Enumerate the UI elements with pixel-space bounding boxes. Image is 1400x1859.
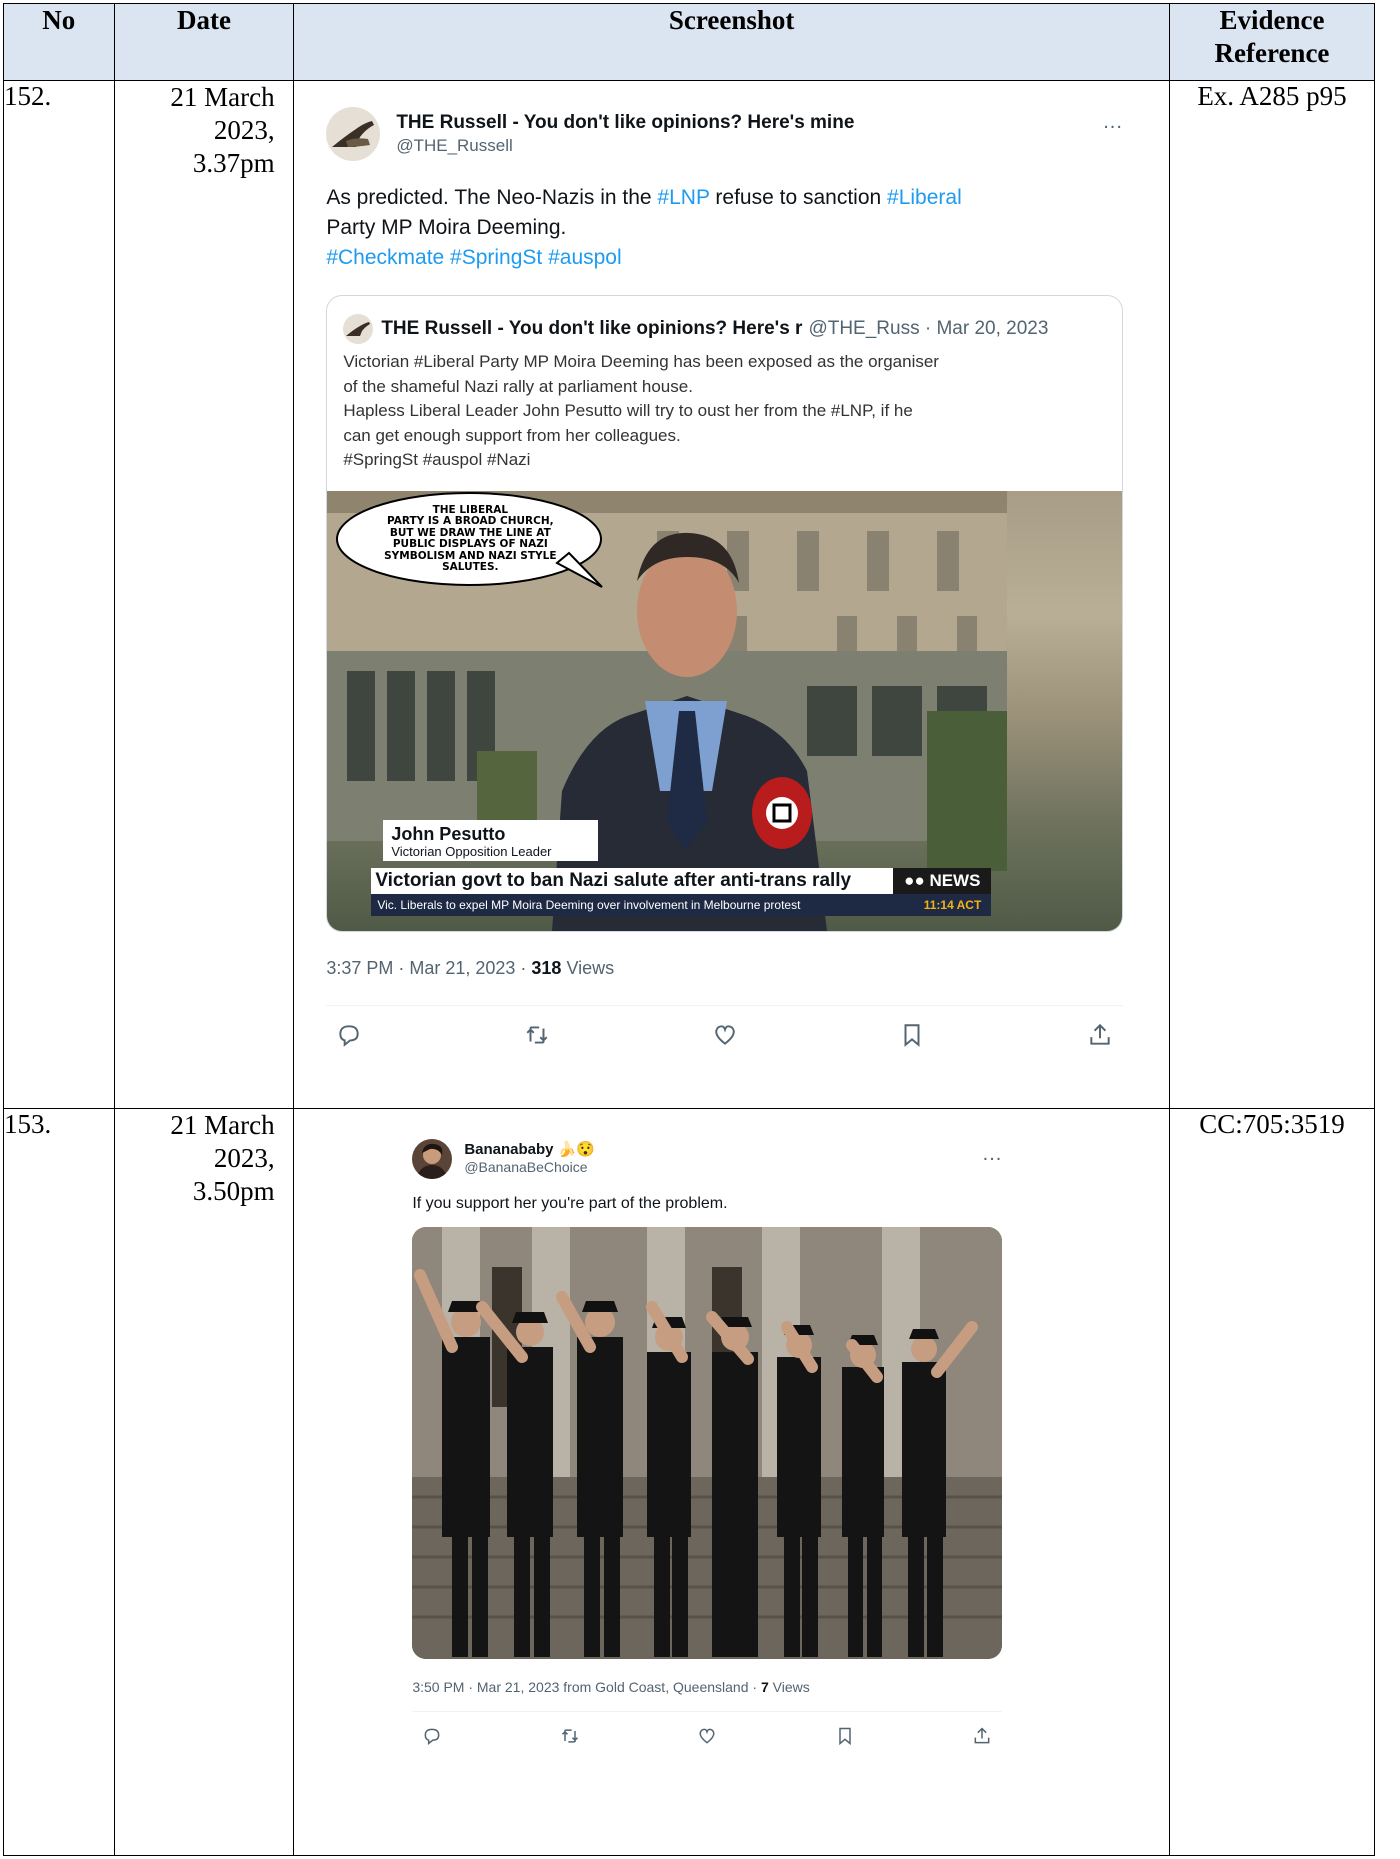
reply-icon[interactable] bbox=[422, 1726, 442, 1751]
tweet-timestamp: 3:37 PM · Mar 21, 2023 · 318 Views bbox=[326, 958, 1123, 979]
retweet-icon[interactable] bbox=[560, 1726, 580, 1751]
avatar[interactable] bbox=[412, 1139, 453, 1179]
tweet-header: Bananababy 🍌😯 @BananaBeChoice ... bbox=[412, 1139, 1002, 1179]
evidence-reference: CC:705:3519 bbox=[1168, 1108, 1376, 1856]
tweet-author-handle[interactable]: @BananaBeChoice bbox=[464, 1159, 982, 1176]
channel-name: NEWS bbox=[929, 870, 981, 890]
date-line: 2023, bbox=[213, 1143, 275, 1173]
row-number: 153. bbox=[3, 1108, 115, 1856]
share-icon[interactable] bbox=[1087, 1022, 1113, 1053]
quoted-line: of the shameful Nazi rally at parliament… bbox=[343, 376, 693, 396]
ticker-time: 11:14 ACT bbox=[923, 897, 982, 912]
evidence-reference: Ex. A285 p95 bbox=[1168, 80, 1376, 1109]
date-line: 21 March bbox=[170, 1110, 275, 1140]
quoted-author-name: THE Russell - You don't like opinions? H… bbox=[381, 318, 803, 339]
tweet-author-handle[interactable]: @THE_Russell bbox=[396, 135, 1103, 157]
tweet-author-name[interactable]: THE Russell - You don't like opinions? H… bbox=[396, 111, 1103, 135]
news-ticker: Vic. Liberals to expel MP Moira Deeming … bbox=[371, 893, 992, 916]
tweet-text: If you support her you're part of the pr… bbox=[412, 1195, 728, 1212]
retweet-icon[interactable] bbox=[524, 1022, 550, 1053]
quoted-tweet-text: Victorian #Liberal Party MP Moira Deemin… bbox=[327, 344, 1122, 473]
header-reference-line1: Evidence bbox=[1219, 5, 1325, 35]
date-line: 2023, bbox=[213, 115, 275, 145]
ticker-text: Vic. Liberals to expel MP Moira Deeming … bbox=[377, 897, 801, 912]
tweet-actions bbox=[412, 1712, 1002, 1751]
view-count: 318 bbox=[531, 957, 562, 978]
lower-third-title: Victorian Opposition Leader bbox=[391, 843, 552, 859]
quoted-tweet[interactable]: THE Russell - You don't like opinions? H… bbox=[326, 295, 1123, 932]
header-reference: Evidence Reference bbox=[1168, 3, 1376, 81]
row-number: 152. bbox=[3, 80, 115, 1109]
tweet-text: As predicted. The Neo-Nazis in the #LNP … bbox=[326, 183, 1123, 273]
tweet-text-part: refuse to sanction bbox=[709, 186, 888, 209]
avatar bbox=[343, 314, 374, 344]
abc-logo-icon: ●● bbox=[904, 870, 930, 890]
speech-bubble-text: THE LIBERAL PARTY IS A BROAD CHURCH, BUT… bbox=[365, 504, 575, 574]
tweet-text-part: As predicted. The Neo-Nazis in the bbox=[326, 186, 658, 209]
news-screenshot-image[interactable]: THE LIBERAL PARTY IS A BROAD CHURCH, BUT… bbox=[327, 490, 1122, 931]
table-row: 153. 21 March 2023, 3.50pm Bananababy 🍌😯 bbox=[3, 1108, 1376, 1856]
tweet-timestamp: 3:50 PM · Mar 21, 2023 from Gold Coast, … bbox=[412, 1679, 1002, 1695]
quoted-tweet-header: THE Russell - You don't like opinions? H… bbox=[327, 296, 1122, 344]
row-date: 21 March 2023, 3.50pm bbox=[113, 1108, 295, 1856]
rally-scene bbox=[412, 1227, 1003, 1659]
hashtag-link[interactable]: #Liberal bbox=[887, 186, 962, 209]
tweet-text-part: Party MP Moira Deeming. bbox=[326, 216, 567, 239]
like-icon[interactable] bbox=[712, 1022, 738, 1053]
header-reference-line2: Reference bbox=[1214, 38, 1330, 68]
header-row: No Date Screenshot Evidence Reference bbox=[3, 3, 1376, 81]
header-date: Date bbox=[113, 3, 295, 81]
news-headline: Victorian govt to ban Nazi salute after … bbox=[371, 867, 898, 894]
views-label: Views bbox=[561, 957, 615, 978]
tweet-header: THE Russell - You don't like opinions? H… bbox=[326, 107, 1123, 161]
view-count: 7 bbox=[760, 1679, 769, 1695]
screenshot-cell: Bananababy 🍌😯 @BananaBeChoice ... If you… bbox=[293, 1108, 1170, 1856]
screenshot-cell: THE Russell - You don't like opinions? H… bbox=[293, 80, 1170, 1109]
tweet-actions bbox=[326, 1006, 1123, 1053]
quoted-handle-date: @THE_Russ · Mar 20, 2023 bbox=[808, 318, 1049, 339]
row-date: 21 March 2023, 3.37pm bbox=[113, 80, 295, 1109]
date-line: 3.37pm bbox=[192, 148, 275, 178]
date-line: 21 March bbox=[170, 82, 275, 112]
more-options-icon[interactable]: ... bbox=[983, 1143, 1003, 1166]
quoted-line: Hapless Liberal Leader John Pesutto will… bbox=[343, 401, 913, 420]
news-lower-third: John Pesutto Victorian Opposition Leader bbox=[383, 819, 599, 861]
news-channel-logo: ●● NEWS bbox=[893, 867, 992, 894]
table-row: 152. 21 March 2023, 3.37pm THE Russell -… bbox=[3, 80, 1376, 1109]
header-no: No bbox=[3, 3, 115, 81]
views-label: Views bbox=[768, 1679, 810, 1695]
bubble-line: PUBLIC DISPLAYS OF NAZI bbox=[392, 538, 548, 550]
reply-icon[interactable] bbox=[336, 1022, 362, 1053]
more-options-icon[interactable]: ... bbox=[1103, 111, 1123, 134]
rally-photo[interactable] bbox=[412, 1227, 1003, 1659]
hashtag-link[interactable]: #Checkmate #SpringSt #auspol bbox=[326, 246, 621, 269]
date-line: 3.50pm bbox=[192, 1176, 275, 1206]
tweet-card: Bananababy 🍌😯 @BananaBeChoice ... If you… bbox=[294, 1109, 1003, 1751]
timestamp-text[interactable]: 3:50 PM · Mar 21, 2023 from Gold Coast, … bbox=[412, 1679, 761, 1695]
header-screenshot: Screenshot bbox=[293, 3, 1170, 81]
hashtag-link[interactable]: #LNP bbox=[657, 186, 709, 209]
evidence-table: No Date Screenshot Evidence Reference 15… bbox=[3, 3, 1376, 1856]
like-icon[interactable] bbox=[697, 1726, 717, 1751]
timestamp-text[interactable]: 3:37 PM · Mar 21, 2023 · bbox=[326, 958, 531, 978]
tweet-card: THE Russell - You don't like opinions? H… bbox=[294, 81, 1169, 1053]
bookmark-icon[interactable] bbox=[899, 1022, 925, 1053]
quoted-line: #SpringSt #auspol #Nazi bbox=[343, 450, 531, 469]
avatar[interactable] bbox=[326, 107, 381, 161]
bookmark-icon[interactable] bbox=[835, 1726, 855, 1751]
lower-third-name: John Pesutto bbox=[391, 823, 506, 844]
tweet-author-name[interactable]: Bananababy 🍌😯 bbox=[464, 1140, 982, 1159]
quoted-line: can get enough support from her colleagu… bbox=[343, 425, 681, 445]
quoted-line: Victorian #Liberal Party MP Moira Deemin… bbox=[343, 352, 939, 371]
bubble-line: SALUTES. bbox=[442, 561, 499, 573]
share-icon[interactable] bbox=[972, 1726, 992, 1751]
bubble-line: PARTY IS A BROAD CHURCH, bbox=[387, 515, 554, 527]
